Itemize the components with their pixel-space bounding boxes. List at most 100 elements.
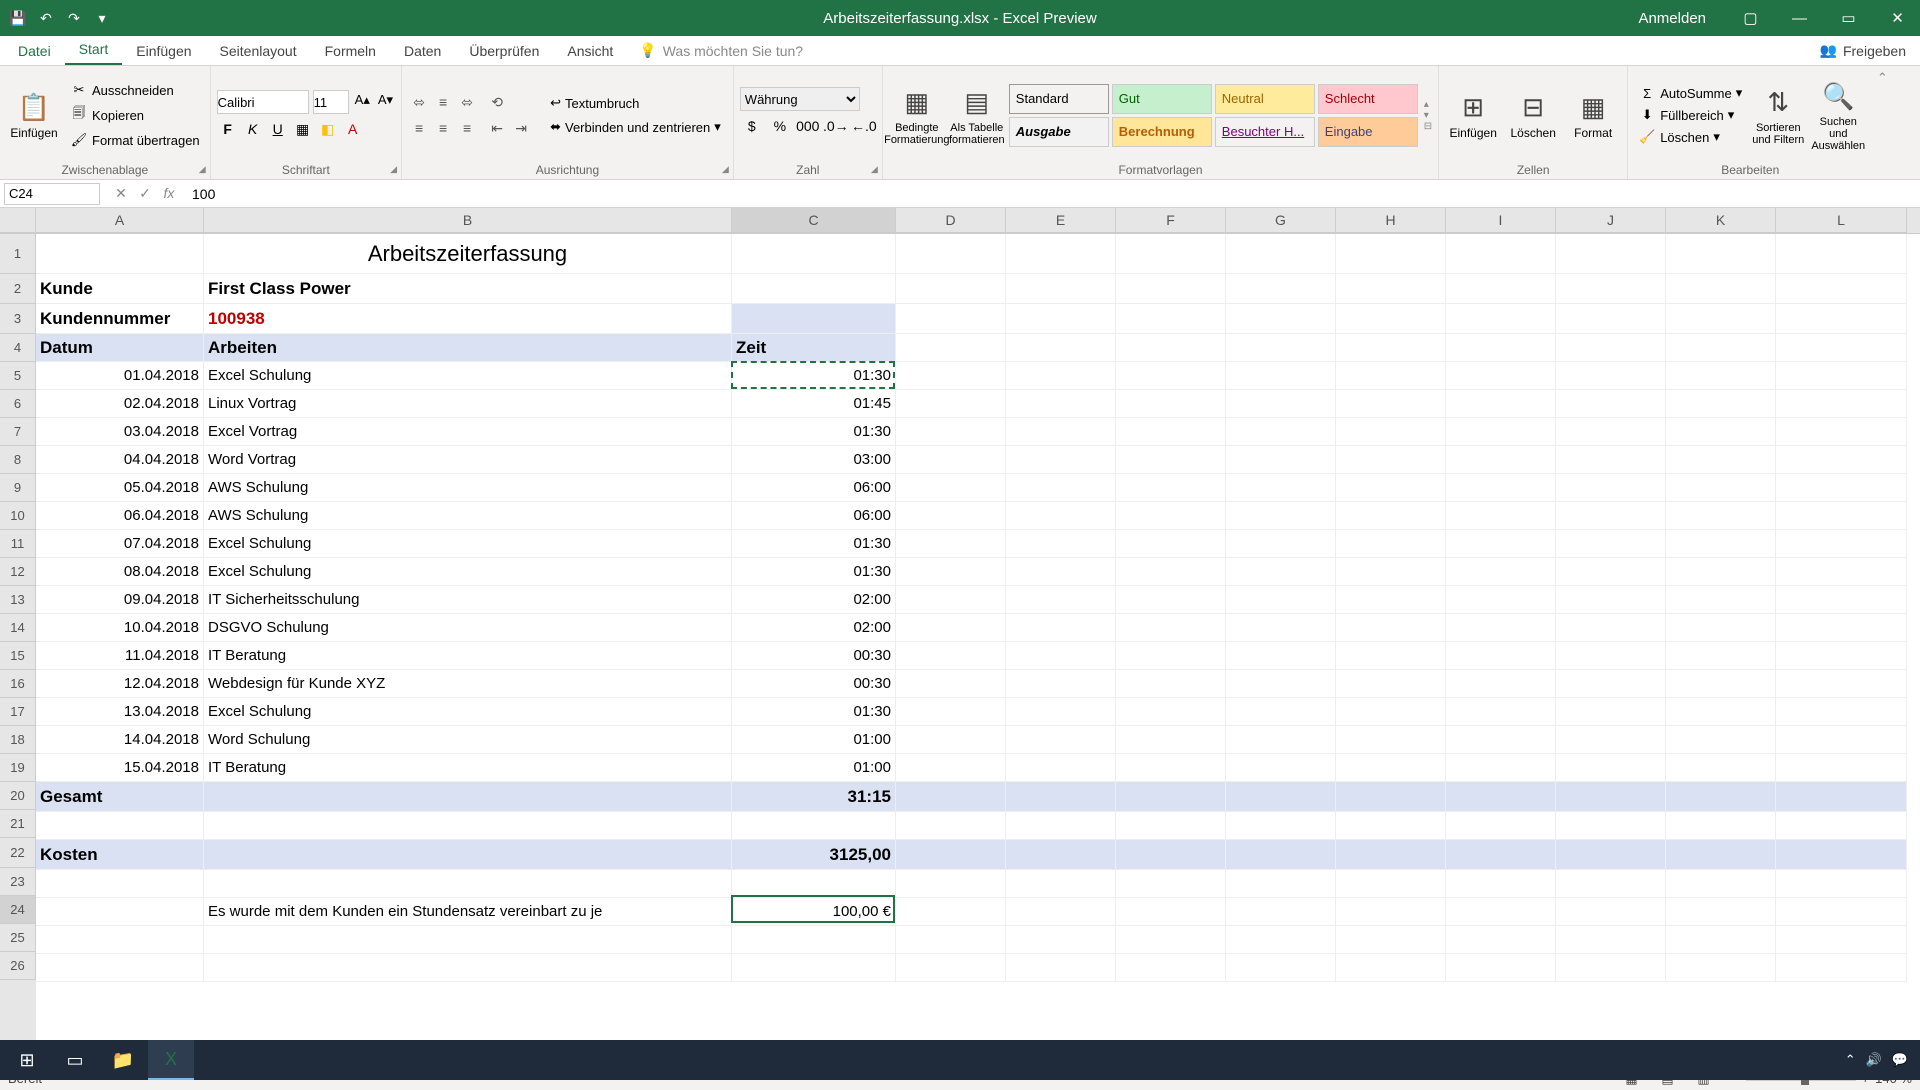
find-select-button[interactable]: 🔍Suchen und Auswählen	[1810, 75, 1866, 155]
accounting-icon[interactable]: $	[740, 115, 764, 137]
row-header-23[interactable]: 23	[0, 868, 36, 896]
maximize-button[interactable]: ▭	[1826, 0, 1871, 36]
row-header-1[interactable]: 1	[0, 234, 36, 274]
row-header-6[interactable]: 6	[0, 390, 36, 418]
row-header-2[interactable]: 2	[0, 274, 36, 304]
delete-cells-button[interactable]: ⊟Löschen	[1505, 75, 1561, 155]
fx-icon[interactable]: fx	[158, 185, 180, 202]
decrease-decimal-icon[interactable]: ←.0	[852, 115, 876, 137]
column-header-J[interactable]: J	[1556, 208, 1666, 233]
column-header-D[interactable]: D	[896, 208, 1006, 233]
increase-decimal-icon[interactable]: .0→	[824, 115, 848, 137]
clipboard-launcher-icon[interactable]: ◢	[199, 164, 206, 175]
task-view-icon[interactable]: ▭	[52, 1040, 98, 1080]
style-ausgabe[interactable]: Ausgabe	[1009, 117, 1109, 147]
comma-icon[interactable]: 000	[796, 115, 820, 137]
gallery-more-icon[interactable]: ⊟	[1424, 121, 1432, 132]
percent-icon[interactable]: %	[768, 115, 792, 137]
copy-button[interactable]: 🗐Kopieren	[66, 102, 204, 128]
row-header-18[interactable]: 18	[0, 726, 36, 754]
style-eingabe[interactable]: Eingabe	[1318, 117, 1418, 147]
font-size-input[interactable]	[313, 90, 349, 114]
clear-button[interactable]: 🧹Löschen ▾	[1634, 127, 1746, 147]
decrease-indent-icon[interactable]: ⇤	[486, 117, 508, 139]
name-box[interactable]	[4, 183, 100, 205]
alignment-launcher-icon[interactable]: ◢	[722, 164, 729, 175]
tab-file[interactable]: Datei	[4, 37, 65, 65]
column-header-A[interactable]: A	[36, 208, 204, 233]
column-header-G[interactable]: G	[1226, 208, 1336, 233]
share-button[interactable]: 👥 Freigeben	[1806, 36, 1920, 65]
tab-formulas[interactable]: Formeln	[311, 37, 390, 65]
tab-view[interactable]: Ansicht	[553, 37, 627, 65]
format-cells-button[interactable]: ▦Format	[1565, 75, 1621, 155]
conditional-formatting-button[interactable]: ▦Bedingte Formatierung	[889, 75, 945, 155]
row-header-12[interactable]: 12	[0, 558, 36, 586]
collapse-ribbon-icon[interactable]: ⌃	[1872, 66, 1892, 179]
style-standard[interactable]: Standard	[1009, 84, 1109, 114]
bold-button[interactable]: F	[217, 118, 239, 140]
file-explorer-icon[interactable]: 📁	[100, 1040, 146, 1080]
increase-indent-icon[interactable]: ⇥	[510, 117, 532, 139]
tray-up-icon[interactable]: ⌃	[1845, 1052, 1856, 1068]
cancel-formula-icon[interactable]: ✕	[110, 185, 132, 202]
column-header-K[interactable]: K	[1666, 208, 1776, 233]
column-header-B[interactable]: B	[204, 208, 732, 233]
volume-icon[interactable]: 🔊	[1866, 1052, 1882, 1068]
cut-button[interactable]: ✂Ausschneiden	[66, 80, 204, 100]
tab-review[interactable]: Überprüfen	[455, 37, 553, 65]
font-name-input[interactable]	[217, 90, 309, 114]
orientation-icon[interactable]: ⟲	[486, 91, 508, 113]
action-center-icon[interactable]: 💬	[1892, 1052, 1908, 1068]
gallery-down-icon[interactable]: ▾	[1424, 110, 1432, 121]
tab-page-layout[interactable]: Seitenlayout	[206, 37, 311, 65]
row-header-13[interactable]: 13	[0, 586, 36, 614]
tab-home[interactable]: Start	[65, 35, 123, 65]
sign-in-button[interactable]: Anmelden	[1620, 10, 1724, 27]
row-header-21[interactable]: 21	[0, 810, 36, 838]
border-button[interactable]: ▦	[292, 118, 314, 140]
close-button[interactable]: ✕	[1875, 0, 1920, 36]
tab-insert[interactable]: Einfügen	[122, 37, 205, 65]
qat-customize-icon[interactable]: ▾	[92, 8, 112, 28]
accept-formula-icon[interactable]: ✓	[134, 185, 156, 202]
font-color-button[interactable]: A	[342, 118, 364, 140]
ribbon-display-options-icon[interactable]: ▢	[1728, 0, 1773, 36]
style-gut[interactable]: Gut	[1112, 84, 1212, 114]
row-header-4[interactable]: 4	[0, 334, 36, 362]
number-launcher-icon[interactable]: ◢	[871, 164, 878, 175]
align-center-icon[interactable]: ≡	[432, 117, 454, 139]
tab-data[interactable]: Daten	[390, 37, 455, 65]
row-header-24[interactable]: 24	[0, 896, 36, 924]
insert-cells-button[interactable]: ⊞Einfügen	[1445, 75, 1501, 155]
row-header-22[interactable]: 22	[0, 838, 36, 868]
autosum-button[interactable]: ΣAutoSumme ▾	[1634, 83, 1746, 103]
save-icon[interactable]: 💾	[8, 8, 28, 28]
format-painter-button[interactable]: 🖌Format übertragen	[66, 130, 204, 150]
tell-me-search[interactable]: 💡 Was möchten Sie tun?	[627, 36, 815, 65]
align-top-icon[interactable]: ⬄	[408, 91, 430, 113]
style-neutral[interactable]: Neutral	[1215, 84, 1315, 114]
italic-button[interactable]: K	[242, 118, 264, 140]
increase-font-icon[interactable]: A▴	[353, 90, 372, 114]
row-header-17[interactable]: 17	[0, 698, 36, 726]
formula-input[interactable]	[186, 186, 1920, 202]
style-besuchter[interactable]: Besuchter H...	[1215, 117, 1315, 147]
row-header-11[interactable]: 11	[0, 530, 36, 558]
column-header-F[interactable]: F	[1116, 208, 1226, 233]
wrap-text-button[interactable]: ↩Textumbruch	[544, 93, 727, 113]
fill-color-button[interactable]: ◧	[317, 118, 339, 140]
align-right-icon[interactable]: ≡	[456, 117, 478, 139]
paste-button[interactable]: 📋 Einfügen	[6, 75, 62, 155]
row-header-5[interactable]: 5	[0, 362, 36, 390]
row-header-3[interactable]: 3	[0, 304, 36, 334]
row-header-8[interactable]: 8	[0, 446, 36, 474]
row-header-25[interactable]: 25	[0, 924, 36, 952]
style-berechnung[interactable]: Berechnung	[1112, 117, 1212, 147]
redo-icon[interactable]: ↷	[64, 8, 84, 28]
excel-taskbar-icon[interactable]: X	[148, 1040, 194, 1080]
cell-styles-gallery[interactable]: Standard Gut Neutral Schlecht Ausgabe Be…	[1009, 84, 1418, 147]
underline-button[interactable]: U	[267, 118, 289, 140]
column-header-E[interactable]: E	[1006, 208, 1116, 233]
row-header-9[interactable]: 9	[0, 474, 36, 502]
